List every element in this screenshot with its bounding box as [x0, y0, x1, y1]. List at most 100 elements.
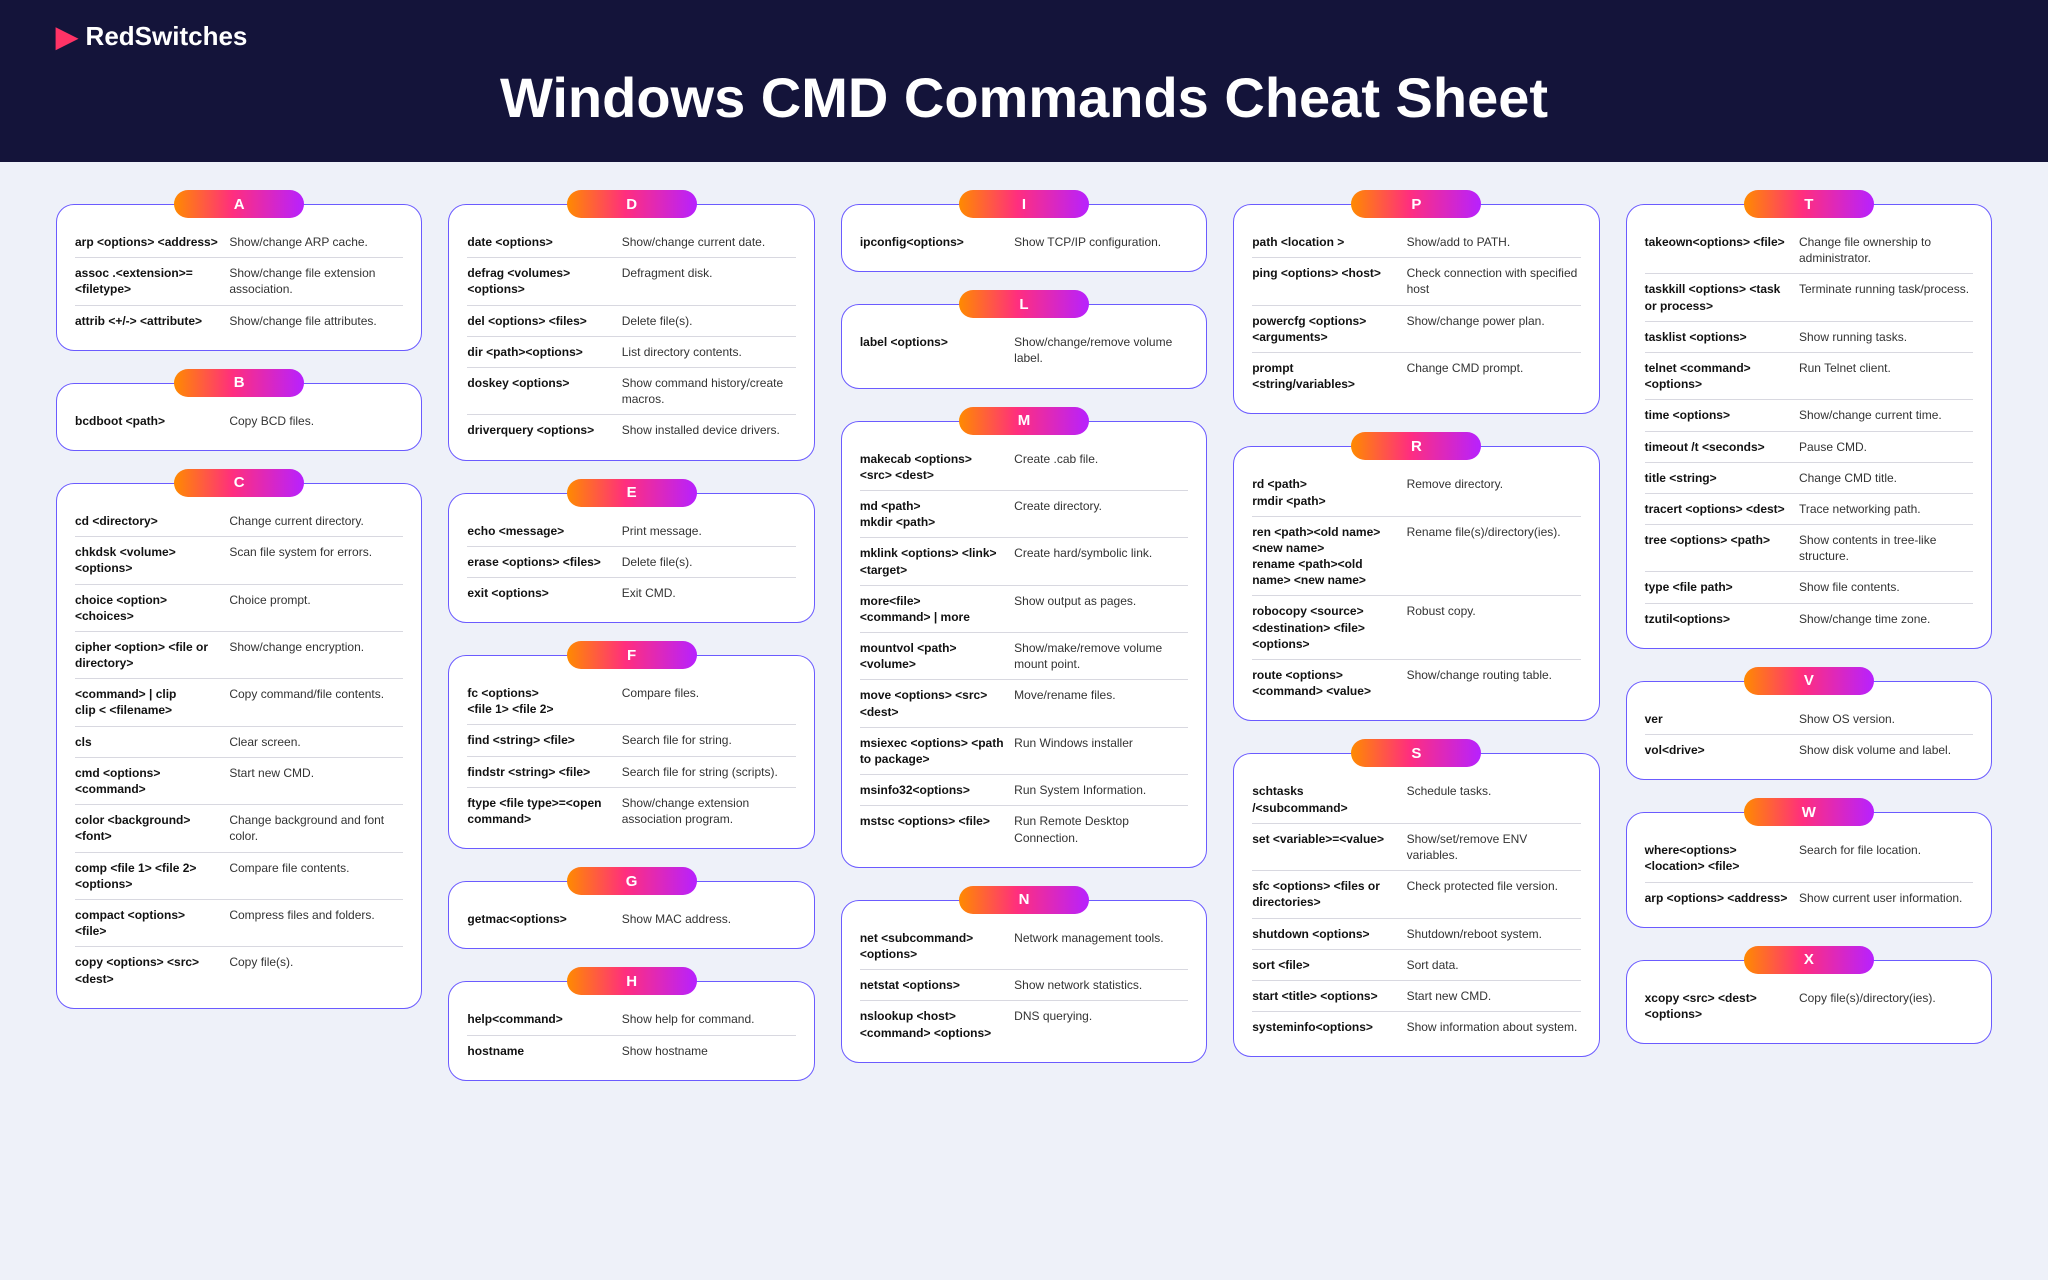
section-box: rd <path> rmdir <path>Remove directory.r… [1233, 446, 1599, 721]
section-p: Ppath <location >Show/add to PATH.ping <… [1233, 204, 1599, 414]
command-desc: Show/change encryption. [229, 639, 403, 671]
command-row: nslookup <host> <command> <options>DNS q… [860, 1001, 1188, 1047]
command-row: rd <path> rmdir <path>Remove directory. [1252, 469, 1580, 516]
command-text: schtasks /<subcommand> [1252, 783, 1406, 815]
command-desc: Show/change power plan. [1407, 313, 1581, 345]
command-text: ping <options> <host> [1252, 265, 1406, 297]
section-badge: H [567, 967, 697, 995]
command-desc: Exit CMD. [622, 585, 796, 601]
command-text: netstat <options> [860, 977, 1014, 993]
command-desc: Move/rename files. [1014, 687, 1188, 719]
command-text: find <string> <file> [467, 732, 621, 748]
command-text: rd <path> rmdir <path> [1252, 476, 1406, 508]
command-text: fc <options> <file 1> <file 2> [467, 685, 621, 717]
command-row: assoc .<extension>=<filetype>Show/change… [75, 258, 403, 305]
command-text: telnet <command> <options> [1645, 360, 1799, 392]
section-v: VverShow OS version.vol<drive>Show disk … [1626, 681, 1992, 780]
command-row: findstr <string> <file>Search file for s… [467, 757, 795, 788]
command-desc: Copy BCD files. [229, 413, 403, 429]
section-box: fc <options> <file 1> <file 2>Compare fi… [448, 655, 814, 849]
section-badge: L [959, 290, 1089, 318]
command-desc: Trace networking path. [1799, 501, 1973, 517]
command-row: time <options>Show/change current time. [1645, 400, 1973, 431]
command-row: driverquery <options>Show installed devi… [467, 415, 795, 445]
command-desc: Show installed device drivers. [622, 422, 796, 438]
command-text: ftype <file type>=<open command> [467, 795, 621, 827]
command-desc: Copy file(s)/directory(ies). [1799, 990, 1973, 1022]
command-desc: Show/change time zone. [1799, 611, 1973, 627]
command-desc: Search for file location. [1799, 842, 1973, 874]
command-row: cd <directory>Change current directory. [75, 506, 403, 537]
command-text: arp <options> <address> [1645, 890, 1799, 906]
section-d: Ddate <options>Show/change current date.… [448, 204, 814, 461]
section-e: Eecho <message>Print message.erase <opti… [448, 493, 814, 624]
command-row: shutdown <options>Shutdown/reboot system… [1252, 919, 1580, 950]
section-box: date <options>Show/change current date.d… [448, 204, 814, 461]
command-row: move <options> <src> <dest>Move/rename f… [860, 680, 1188, 727]
command-row: route <options> <command> <value>Show/ch… [1252, 660, 1580, 706]
section-x: Xxcopy <src> <dest> <options>Copy file(s… [1626, 960, 1992, 1044]
section-badge: V [1744, 667, 1874, 695]
command-desc: Show disk volume and label. [1799, 742, 1973, 758]
section-box: path <location >Show/add to PATH.ping <o… [1233, 204, 1599, 414]
command-row: arp <options> <address>Show/change ARP c… [75, 227, 403, 258]
command-text: msiexec <options> <path to package> [860, 735, 1014, 767]
command-desc: Check connection with specified host [1407, 265, 1581, 297]
command-desc: Schedule tasks. [1407, 783, 1581, 815]
command-desc: Start new CMD. [229, 765, 403, 797]
command-row: robocopy <source> <destination> <file> <… [1252, 596, 1580, 660]
command-row: choice <option> <choices>Choice prompt. [75, 585, 403, 632]
command-text: cls [75, 734, 229, 750]
section-badge: W [1744, 798, 1874, 826]
section-badge: P [1351, 190, 1481, 218]
column: Ppath <location >Show/add to PATH.ping <… [1233, 204, 1599, 1081]
command-desc: DNS querying. [1014, 1008, 1188, 1040]
section-badge: X [1744, 946, 1874, 974]
command-text: tasklist <options> [1645, 329, 1799, 345]
command-row: chkdsk <volume> <options>Scan file syste… [75, 537, 403, 584]
command-text: ver [1645, 711, 1799, 727]
brand-logo: ▶ RedSwitches [56, 20, 1992, 53]
brand-name: RedSwitches [86, 21, 248, 52]
column: Aarp <options> <address>Show/change ARP … [56, 204, 422, 1081]
section-c: Ccd <directory>Change current directory.… [56, 483, 422, 1009]
column: Ttakeown<options> <file>Change file owne… [1626, 204, 1992, 1081]
command-row: echo <message>Print message. [467, 516, 795, 547]
command-text: type <file path> [1645, 579, 1799, 595]
command-row: fc <options> <file 1> <file 2>Compare fi… [467, 678, 795, 725]
command-desc: Show OS version. [1799, 711, 1973, 727]
command-desc: Show help for command. [622, 1011, 796, 1027]
command-desc: Terminate running task/process. [1799, 281, 1973, 313]
command-row: verShow OS version. [1645, 704, 1973, 735]
command-row: timeout /t <seconds>Pause CMD. [1645, 432, 1973, 463]
command-text: where<options> <location> <file> [1645, 842, 1799, 874]
command-text: tracert <options> <dest> [1645, 501, 1799, 517]
command-desc: Create hard/symbolic link. [1014, 545, 1188, 577]
command-row: ipconfig<options>Show TCP/IP configurati… [860, 227, 1188, 257]
command-text: nslookup <host> <command> <options> [860, 1008, 1014, 1040]
command-text: chkdsk <volume> <options> [75, 544, 229, 576]
section-box: net <subcommand> <options>Network manage… [841, 900, 1207, 1063]
command-desc: Show contents in tree-like structure. [1799, 532, 1973, 564]
command-desc: Defragment disk. [622, 265, 796, 297]
section-g: Ggetmac<options>Show MAC address. [448, 881, 814, 949]
command-row: getmac<options>Show MAC address. [467, 904, 795, 934]
command-row: cipher <option> <file or directory>Show/… [75, 632, 403, 679]
command-desc: Show command history/create macros. [622, 375, 796, 407]
section-n: Nnet <subcommand> <options>Network manag… [841, 900, 1207, 1063]
command-text: start <title> <options> [1252, 988, 1406, 1004]
command-row: sfc <options> <files or directories>Chec… [1252, 871, 1580, 918]
section-box: echo <message>Print message.erase <optio… [448, 493, 814, 624]
command-text: shutdown <options> [1252, 926, 1406, 942]
command-row: md <path> mkdir <path>Create directory. [860, 491, 1188, 538]
section-box: makecab <options> <src> <dest>Create .ca… [841, 421, 1207, 868]
command-row: systeminfo<options>Show information abou… [1252, 1012, 1580, 1042]
command-row: schtasks /<subcommand>Schedule tasks. [1252, 776, 1580, 823]
section-badge: M [959, 407, 1089, 435]
command-text: net <subcommand> <options> [860, 930, 1014, 962]
command-row: mountvol <path> <volume>Show/make/remove… [860, 633, 1188, 680]
command-text: driverquery <options> [467, 422, 621, 438]
command-desc: Remove directory. [1407, 476, 1581, 508]
command-desc: Show information about system. [1407, 1019, 1581, 1035]
command-row: takeown<options> <file>Change file owner… [1645, 227, 1973, 274]
